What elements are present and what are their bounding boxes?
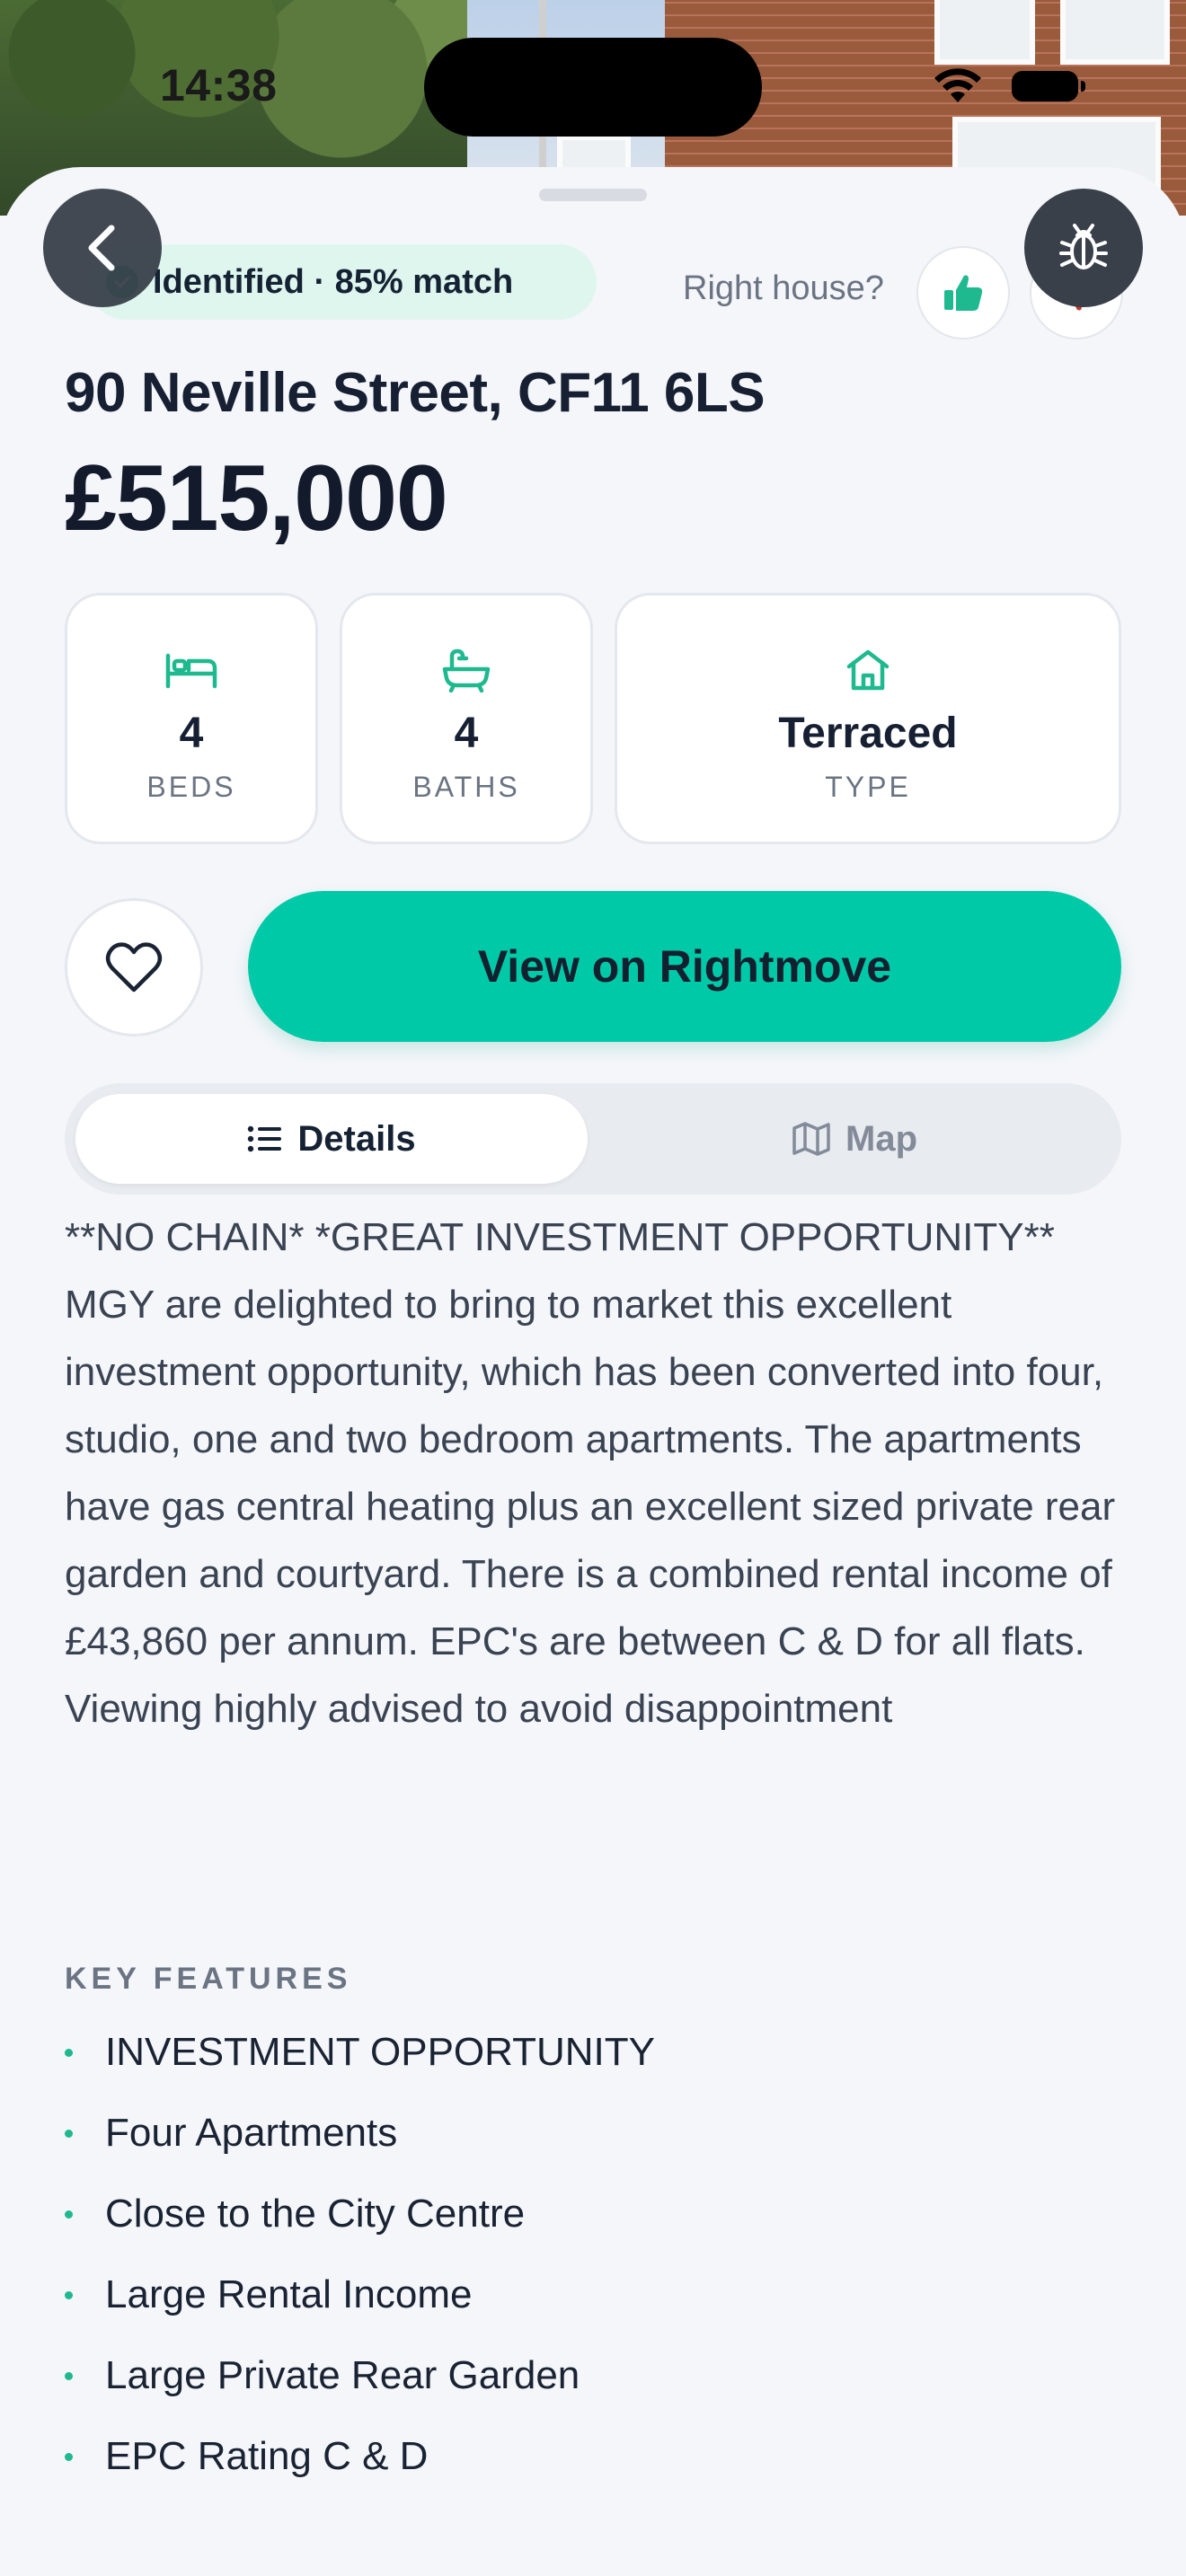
stat-label: BEDS (146, 771, 236, 803)
property-address: 90 Neville Street, CF11 6LS (65, 362, 766, 424)
status-time: 14:38 (160, 60, 278, 110)
feature-text: Large Rental Income (105, 2272, 473, 2316)
tab-details-label: Details (297, 1118, 416, 1159)
view-on-rightmove-button[interactable]: View on Rightmove (248, 891, 1121, 1042)
key-features-heading: KEY FEATURES (65, 1962, 352, 1996)
stat-value: 4 (454, 710, 479, 757)
bullet-icon (65, 2048, 73, 2057)
house-window (934, 0, 1035, 65)
match-badge: Identified · 85% match (88, 244, 597, 320)
thumbs-up-button[interactable] (916, 246, 1010, 340)
sheet-grabber[interactable] (539, 189, 647, 201)
bug-report-button[interactable] (1024, 189, 1143, 307)
bath-icon (441, 648, 491, 693)
battery-icon (1012, 71, 1085, 101)
chevron-left-icon (88, 225, 115, 271)
dynamic-island (424, 38, 762, 137)
tab-map[interactable]: Map (598, 1094, 1111, 1184)
feedback-prompt: Right house? (683, 269, 884, 307)
feature-text: Four Apartments (105, 2111, 398, 2155)
house-icon (845, 648, 890, 693)
list-item: INVESTMENT OPPORTUNITY (65, 2012, 655, 2093)
heart-icon (105, 942, 163, 992)
stat-label: BATHS (412, 771, 520, 803)
list-item: EPC Rating C & D (65, 2416, 655, 2497)
feature-text: INVESTMENT OPPORTUNITY (105, 2030, 656, 2074)
favorite-button[interactable] (65, 898, 203, 1037)
stat-card-beds: 4 BEDS (65, 593, 318, 844)
stat-card-baths: 4 BATHS (340, 593, 593, 844)
bug-icon (1059, 224, 1108, 269)
wifi-icon (934, 68, 981, 102)
feature-text: Large Private Rear Garden (105, 2353, 580, 2397)
stat-label: TYPE (825, 771, 911, 803)
list-item: Large Rental Income (65, 2254, 655, 2335)
key-features-list: INVESTMENT OPPORTUNITY Four Apartments C… (65, 2012, 655, 2497)
status-icons (931, 66, 1085, 106)
details-map-toggle: Details Map (65, 1083, 1121, 1195)
list-item: Close to the City Centre (65, 2174, 655, 2254)
feature-text: EPC Rating C & D (105, 2434, 429, 2478)
list-icon (248, 1125, 282, 1152)
property-price: £515,000 (65, 446, 448, 551)
tab-details[interactable]: Details (75, 1094, 588, 1184)
bullet-icon (65, 2129, 73, 2138)
house-window (1060, 0, 1170, 65)
bullet-icon (65, 2290, 73, 2299)
property-description: **NO CHAIN* *GREAT INVESTMENT OPPORTUNIT… (65, 1215, 1116, 1731)
back-button[interactable] (43, 189, 162, 307)
bullet-icon (65, 2210, 73, 2219)
bullet-icon (65, 2371, 73, 2380)
list-item: Large Private Rear Garden (65, 2335, 655, 2416)
list-item: Four Apartments (65, 2093, 655, 2174)
thumbs-up-icon (944, 275, 983, 311)
stat-value: Terraced (778, 710, 958, 757)
tab-map-label: Map (845, 1118, 917, 1159)
bed-icon (164, 648, 218, 693)
stat-value: 4 (179, 710, 204, 757)
stat-card-type: Terraced TYPE (615, 593, 1121, 844)
match-badge-label: Identified · 85% match (153, 262, 514, 301)
feature-text: Close to the City Centre (105, 2192, 526, 2236)
map-icon (792, 1122, 830, 1156)
bullet-icon (65, 2452, 73, 2461)
